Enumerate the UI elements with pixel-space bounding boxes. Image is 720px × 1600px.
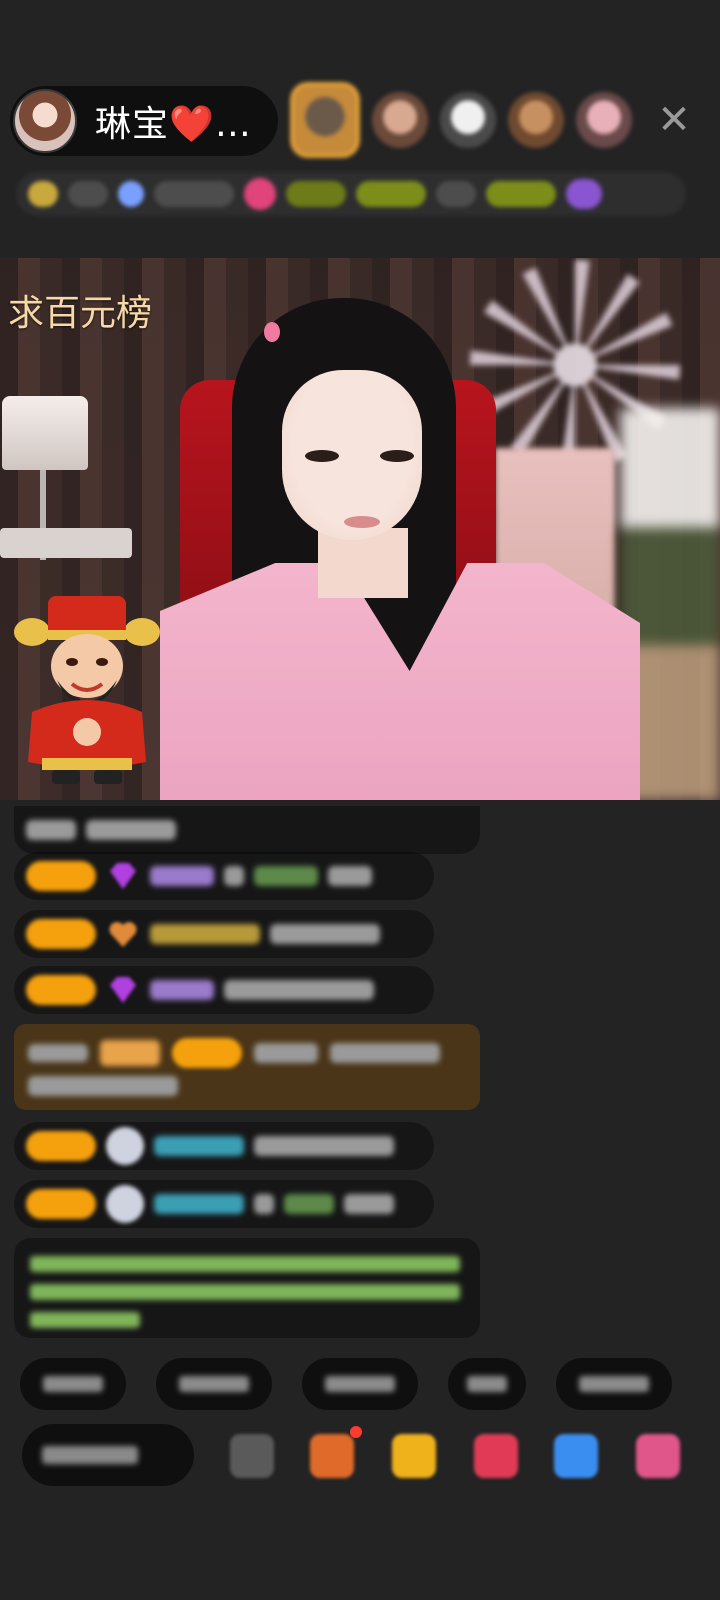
host-profile-card[interactable]: 琳宝❤️… [10,86,278,156]
gift-icon[interactable] [566,179,602,209]
chat-text [330,1043,440,1063]
username[interactable] [254,1043,318,1063]
diamond-icon [110,863,136,889]
chat-input[interactable] [22,1424,194,1486]
chat-text [28,1044,88,1062]
level-badge [26,861,96,891]
chat-text [328,866,372,886]
top-viewers-list [290,82,632,158]
hair-clip [264,322,280,342]
level-badge [26,975,96,1005]
username[interactable] [154,1194,244,1214]
highlighted-chat-message [14,1024,480,1110]
chat-text [26,820,76,840]
chat-text [86,820,176,840]
chat-message [14,806,480,854]
game-icon[interactable] [554,1434,598,1478]
system-text-line [30,1256,460,1272]
stream-caption: 求百元榜 [8,293,153,334]
gift-icon[interactable] [392,1434,436,1478]
username[interactable] [154,1136,244,1156]
shelf [0,528,132,558]
top-viewer-avatar-1[interactable] [290,82,360,158]
system-text-line [30,1284,460,1300]
top-viewer-avatar-3[interactable] [440,92,496,148]
live-icon[interactable] [244,178,276,210]
quick-reply-chip[interactable] [20,1358,126,1410]
quick-reply-chip[interactable] [448,1358,526,1410]
top-viewer-avatar-5[interactable] [576,92,632,148]
rank-badge [28,181,58,207]
username[interactable] [254,866,318,886]
level-badge [100,1040,160,1066]
streamer-eye [380,450,414,462]
level-badge [26,919,96,949]
room-info-strip[interactable] [16,172,686,216]
top-viewer-avatar-4[interactable] [508,92,564,148]
more-icon[interactable] [636,1434,680,1478]
level-badge [26,1131,96,1161]
chat-message [14,910,434,958]
username[interactable] [150,980,214,1000]
chat-text [270,924,380,944]
level-badge [26,1189,96,1219]
cloud-icon [106,1185,144,1223]
chat-message [14,1180,434,1228]
controller-icon[interactable] [230,1434,274,1478]
chat-text [28,1076,178,1096]
streamer-eye [305,450,339,462]
username[interactable] [150,866,214,886]
quick-reply-row [20,1358,672,1410]
chat-message [14,966,434,1014]
host-name: 琳宝❤️… [95,104,252,145]
close-icon[interactable]: ✕ [654,100,694,140]
level-badge [172,1038,242,1068]
host-avatar[interactable] [13,89,77,153]
system-message [14,1238,480,1338]
tag-pill[interactable] [486,181,556,207]
lamp [2,396,88,470]
username[interactable] [150,924,260,944]
fortune-god-sticker-icon[interactable] [12,592,162,788]
chat-text [224,866,244,886]
chat-text [254,1136,394,1156]
chat-text [224,980,374,1000]
username[interactable] [284,1194,334,1214]
info-pill [436,181,476,207]
bottom-toolbar [22,1424,720,1486]
info-pill [154,181,234,207]
notification-dot [350,1426,362,1438]
quick-reply-chip[interactable] [556,1358,672,1410]
live-video[interactable]: 求百元榜 [0,258,720,800]
tag-pill[interactable] [356,181,426,207]
chat-text [254,1194,274,1214]
chat-message [14,852,434,900]
quick-reply-chip[interactable] [302,1358,418,1410]
gift-box-icon[interactable] [310,1434,354,1478]
info-pill [68,181,108,207]
streamer-lips [344,516,380,528]
heart-icon [109,922,137,947]
chat-message [14,1122,434,1170]
diamond-icon [110,977,136,1003]
tag-pill[interactable] [286,181,346,207]
star-icon [118,181,144,207]
heart-icon[interactable] [474,1434,518,1478]
system-text-line [30,1312,140,1328]
quick-reply-chip[interactable] [156,1358,272,1410]
top-viewer-avatar-2[interactable] [372,92,428,148]
cloud-icon [106,1127,144,1165]
chat-text [344,1194,394,1214]
